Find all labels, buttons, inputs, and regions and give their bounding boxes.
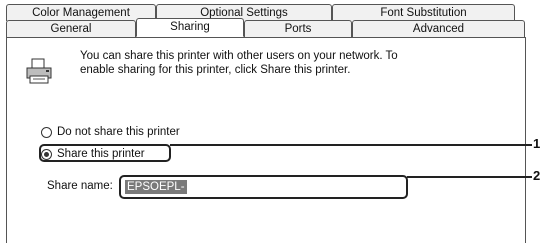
printer-icon bbox=[26, 58, 52, 84]
do-not-share-label: Do not share this printer bbox=[57, 126, 180, 138]
share-name-label: Share name: bbox=[47, 180, 113, 192]
do-not-share-option[interactable]: Do not share this printer bbox=[41, 124, 180, 140]
do-not-share-radio[interactable] bbox=[41, 126, 52, 138]
callout-line-2 bbox=[407, 176, 532, 178]
share-name-value: EPSOEPL- bbox=[125, 180, 187, 194]
tab-color-management[interactable]: Color Management bbox=[6, 4, 156, 21]
tab-sharing[interactable]: Sharing bbox=[136, 18, 244, 37]
sharing-panel: You can share this printer with other us… bbox=[6, 37, 526, 243]
tab-font-substitution[interactable]: Font Substitution bbox=[332, 4, 515, 21]
sharing-description: You can share this printer with other us… bbox=[80, 50, 398, 76]
tab-ports[interactable]: Ports bbox=[244, 20, 352, 37]
callout-label-2: 2 bbox=[533, 168, 541, 183]
tab-row-bottom: General Sharing Ports Advanced bbox=[6, 18, 525, 37]
printer-properties-dialog: Color Management Optional Settings Font … bbox=[0, 0, 532, 243]
share-name-field[interactable]: EPSOEPL- bbox=[119, 175, 408, 199]
callout-line-1 bbox=[170, 144, 532, 146]
tab-advanced[interactable]: Advanced bbox=[352, 20, 525, 37]
callout-highlight-share-option bbox=[39, 144, 171, 162]
tab-row-top: Color Management Optional Settings Font … bbox=[6, 4, 515, 21]
tab-general[interactable]: General bbox=[6, 20, 136, 37]
callout-label-1: 1 bbox=[533, 136, 541, 151]
